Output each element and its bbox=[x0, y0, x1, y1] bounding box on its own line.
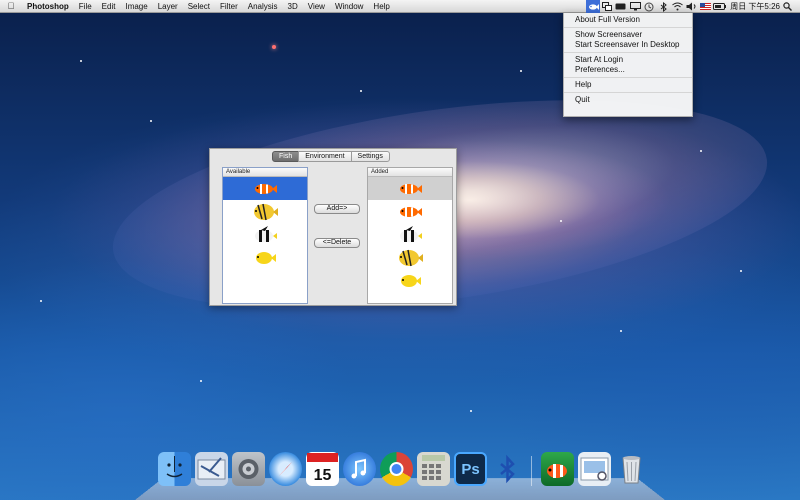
safari-icon[interactable] bbox=[269, 452, 302, 486]
list-item-butterflyfish[interactable] bbox=[223, 200, 307, 223]
list-item-butterflyfish[interactable] bbox=[368, 246, 452, 269]
menu-filter[interactable]: Filter bbox=[215, 2, 243, 11]
menu-image[interactable]: Image bbox=[120, 2, 152, 11]
status-dropdown-menu: About Full Version Show Screensaver Star… bbox=[563, 13, 693, 117]
star bbox=[620, 330, 622, 332]
battery-indicator-icon[interactable] bbox=[614, 0, 628, 13]
clownfish-icon bbox=[255, 183, 277, 194]
menu-help[interactable]: Help bbox=[368, 2, 394, 11]
dock-separator bbox=[531, 456, 534, 486]
star bbox=[470, 410, 472, 412]
available-fish-list[interactable]: Available bbox=[222, 167, 308, 304]
volume-icon[interactable] bbox=[684, 0, 698, 13]
calculator-icon[interactable] bbox=[417, 452, 450, 486]
battery-icon[interactable] bbox=[712, 0, 726, 13]
star bbox=[560, 220, 562, 222]
clownfish-icon bbox=[400, 206, 422, 217]
screens-icon[interactable] bbox=[600, 0, 614, 13]
menu-item-about-full-version[interactable]: About Full Version bbox=[564, 15, 692, 25]
star bbox=[200, 380, 202, 382]
fish-app-icon[interactable] bbox=[586, 0, 601, 13]
available-header: Available bbox=[223, 168, 307, 177]
trash-icon[interactable] bbox=[615, 452, 648, 486]
dock: 15 Ps bbox=[158, 452, 648, 490]
apple-logo-icon[interactable]:  bbox=[0, 1, 22, 11]
menu-item-show-screensaver[interactable]: Show Screensaver bbox=[564, 30, 692, 40]
wifi-icon[interactable] bbox=[670, 0, 684, 13]
flag-us-icon[interactable] bbox=[698, 0, 712, 13]
star bbox=[80, 60, 82, 62]
star bbox=[700, 150, 702, 152]
tab-environment[interactable]: Environment bbox=[298, 151, 352, 162]
menu-separator bbox=[564, 92, 692, 93]
moorish-idol-icon bbox=[400, 225, 422, 242]
menu-view[interactable]: View bbox=[303, 2, 330, 11]
list-item-clownfish[interactable] bbox=[368, 200, 452, 223]
bluetooth-icon[interactable] bbox=[656, 0, 670, 13]
status-area: 周日 下午5:26 bbox=[586, 0, 794, 13]
calendar-icon[interactable]: 15 bbox=[306, 452, 339, 486]
bluetooth-dock-icon[interactable] bbox=[491, 452, 524, 486]
aquarium-app-icon[interactable] bbox=[541, 452, 574, 486]
menu-edit[interactable]: Edit bbox=[97, 2, 121, 11]
menu-photoshop[interactable]: Photoshop bbox=[22, 2, 74, 11]
star bbox=[272, 45, 276, 49]
delete-fish-button[interactable]: <=Delete bbox=[314, 238, 360, 248]
itunes-icon[interactable] bbox=[343, 452, 376, 486]
calendar-day: 15 bbox=[314, 467, 332, 484]
butterflyfish-icon bbox=[399, 249, 423, 266]
star bbox=[520, 70, 522, 72]
preview-icon[interactable] bbox=[578, 452, 611, 486]
yellow-tang-icon bbox=[401, 274, 421, 287]
yellow-tang-icon bbox=[256, 251, 276, 264]
menu-file[interactable]: File bbox=[74, 2, 97, 11]
menu-separator bbox=[564, 77, 692, 78]
finder-icon[interactable] bbox=[158, 452, 191, 486]
butterflyfish-icon bbox=[254, 203, 278, 220]
display-icon[interactable] bbox=[628, 0, 642, 13]
added-fish-list[interactable]: Added bbox=[367, 167, 453, 304]
clownfish-icon bbox=[400, 183, 422, 194]
menu-window[interactable]: Window bbox=[330, 2, 368, 11]
preferences-window: Fish Environment Settings Available Add=… bbox=[209, 148, 457, 306]
add-fish-button[interactable]: Add=> bbox=[314, 204, 360, 214]
menu-item-start-at-login[interactable]: Start At Login bbox=[564, 55, 692, 65]
time-machine-icon[interactable] bbox=[642, 0, 656, 13]
star bbox=[740, 270, 742, 272]
photoshop-label: Ps bbox=[461, 460, 480, 478]
menu-item-preferences[interactable]: Preferences... bbox=[564, 65, 692, 75]
menu-select[interactable]: Select bbox=[183, 2, 215, 11]
menu-3d[interactable]: 3D bbox=[283, 2, 303, 11]
spotlight-icon[interactable] bbox=[780, 0, 794, 13]
menubar-clock[interactable]: 周日 下午5:26 bbox=[726, 1, 780, 12]
menu-item-help[interactable]: Help bbox=[564, 80, 692, 90]
tab-fish[interactable]: Fish bbox=[272, 151, 300, 162]
chrome-icon[interactable] bbox=[380, 452, 413, 486]
photoshop-icon[interactable]: Ps bbox=[454, 452, 487, 486]
star bbox=[40, 300, 42, 302]
system-preferences-icon[interactable] bbox=[232, 452, 265, 486]
menu-separator bbox=[564, 27, 692, 28]
menu-item-quit[interactable]: Quit bbox=[564, 95, 692, 105]
star bbox=[360, 90, 362, 92]
list-item-yellow-tang[interactable] bbox=[368, 269, 452, 292]
list-item-clownfish[interactable] bbox=[223, 177, 307, 200]
list-item-moorish-idol[interactable] bbox=[223, 223, 307, 246]
added-header: Added bbox=[368, 168, 452, 177]
list-item-yellow-tang[interactable] bbox=[223, 246, 307, 269]
menu-item-start-screensaver-desktop[interactable]: Start Screensaver In Desktop bbox=[564, 40, 692, 50]
mail-icon[interactable] bbox=[195, 452, 228, 486]
menu-analysis[interactable]: Analysis bbox=[243, 2, 283, 11]
tab-bar: Fish Environment Settings bbox=[272, 151, 390, 162]
menu-layer[interactable]: Layer bbox=[153, 2, 183, 11]
list-item-moorish-idol[interactable] bbox=[368, 223, 452, 246]
list-item-clownfish[interactable] bbox=[368, 177, 452, 200]
moorish-idol-icon bbox=[255, 225, 277, 242]
menu-separator bbox=[564, 52, 692, 53]
tab-settings[interactable]: Settings bbox=[350, 151, 390, 162]
menu-bar:  Photoshop File Edit Image Layer Select… bbox=[0, 0, 800, 13]
star bbox=[150, 120, 152, 122]
